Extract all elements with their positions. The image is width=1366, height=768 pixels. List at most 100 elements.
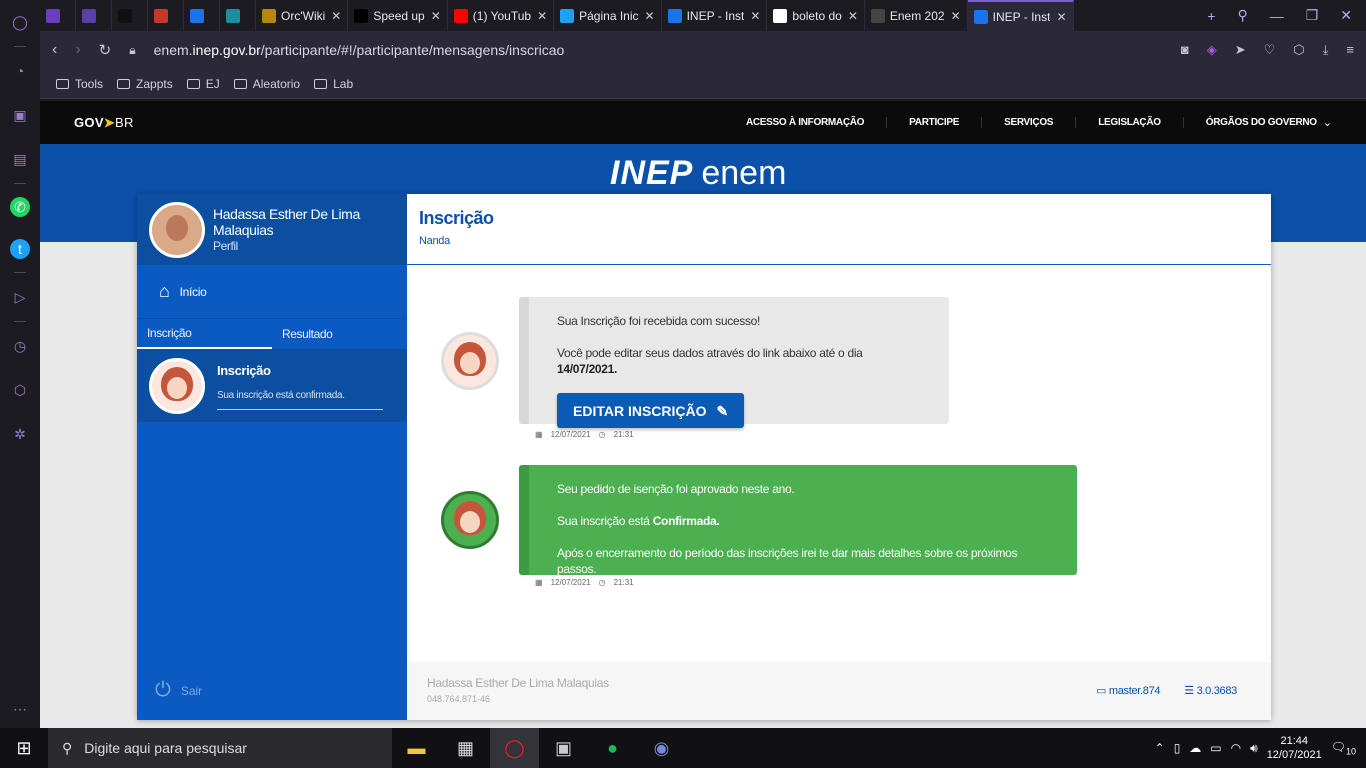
- cube-icon[interactable]: ⬡: [1293, 42, 1304, 58]
- browser-tab[interactable]: [40, 0, 76, 31]
- restore-icon[interactable]: ❐: [1306, 7, 1319, 24]
- edit-registration-button[interactable]: EDITAR INSCRIÇÃO ✎: [557, 393, 745, 428]
- search-icon[interactable]: ⚲: [1237, 7, 1247, 24]
- bookmark-folder[interactable]: Tools: [56, 77, 103, 91]
- back-icon[interactable]: ‹: [52, 41, 57, 59]
- cloud-icon[interactable]: ☁: [1189, 741, 1201, 755]
- browser-tab[interactable]: boleto do ✕: [767, 0, 865, 31]
- tab-label: boleto do: [792, 8, 842, 23]
- battery-icon[interactable]: ▭: [1210, 741, 1221, 755]
- browser-tab[interactable]: INEP - Inst ✕: [662, 0, 768, 31]
- sidebar-divider: [14, 183, 26, 184]
- tab-label: Enem 202: [889, 8, 945, 23]
- close-icon[interactable]: ✕: [1340, 7, 1352, 24]
- opera-sidebar: ◯ ◔ ▣ ▤ ✆ t ▷ ◷ ⬡ ✲ ⋯: [0, 0, 40, 728]
- discord-icon[interactable]: ◉: [637, 728, 686, 768]
- whatsapp-icon[interactable]: ✆: [10, 197, 30, 217]
- opera-icon[interactable]: ◯: [490, 728, 539, 768]
- tab-inscricao[interactable]: Inscrição: [137, 319, 272, 349]
- browser-tab[interactable]: Orc'Wiki ✕: [256, 0, 349, 31]
- chevron-down-icon[interactable]: ⌄: [1323, 116, 1332, 129]
- browser-tab[interactable]: (1) YouTub ✕: [448, 0, 555, 31]
- browser-tab[interactable]: Página Inic ✕: [554, 0, 662, 31]
- taskbar-search[interactable]: ⚲ Digite aqui para pesquisar: [48, 728, 392, 768]
- close-icon[interactable]: ✕: [645, 9, 655, 23]
- close-icon[interactable]: ✕: [1056, 10, 1066, 24]
- controller-icon: [46, 8, 60, 23]
- shopping-bag-icon[interactable]: ▣: [9, 104, 31, 126]
- profile-link[interactable]: Perfil: [213, 238, 373, 254]
- opera-logo-icon[interactable]: ◯: [9, 11, 31, 33]
- gov-nav-item[interactable]: SERVIÇOS: [981, 117, 1075, 128]
- history-icon[interactable]: ◷: [9, 335, 31, 357]
- bookmark-folder[interactable]: Aleatorio: [233, 77, 300, 91]
- gov-nav-item[interactable]: ÓRGÃOS DO GOVERNO: [1182, 117, 1339, 128]
- device-icon[interactable]: ▯: [1174, 741, 1181, 755]
- gov-nav-item[interactable]: ACESSO À INFORMAÇÃO: [724, 117, 886, 128]
- file-explorer-icon[interactable]: ▬: [392, 728, 441, 768]
- bookmark-folder[interactable]: EJ: [186, 77, 220, 91]
- close-icon[interactable]: ✕: [848, 9, 858, 23]
- volume-icon[interactable]: 🔊︎: [1250, 741, 1258, 756]
- windows-start-icon[interactable]: ⊞: [0, 738, 48, 759]
- camera-icon[interactable]: ◙: [1181, 42, 1189, 58]
- browser-tab[interactable]: Speed up ✕: [348, 0, 448, 31]
- gov-nav-item[interactable]: PARTICIPE: [886, 117, 981, 128]
- home-label: Início: [179, 284, 207, 299]
- tab-resultado[interactable]: Resultado: [272, 319, 407, 349]
- menu-icon[interactable]: ≡: [1346, 42, 1354, 58]
- tab-label: Página Inic: [579, 8, 639, 23]
- message-text: Após o encerramento do período das inscr…: [557, 546, 1018, 576]
- browser-tab[interactable]: INEP - Inst ✕: [967, 0, 1074, 31]
- chevron-up-icon[interactable]: ⌃: [1155, 741, 1165, 755]
- terminal-icon[interactable]: ▣: [539, 728, 588, 768]
- profile-header[interactable]: Hadassa Esther De Lima Malaquias Perfil: [137, 194, 407, 265]
- close-icon[interactable]: ✕: [951, 9, 961, 23]
- browser-tab[interactable]: Enem 202 ✕: [865, 0, 968, 31]
- wifi-icon[interactable]: ◠: [1231, 741, 1241, 755]
- power-icon: ⏻: [155, 679, 171, 701]
- bookmark-folder[interactable]: Zappts: [117, 77, 173, 91]
- message-time: 21:31: [613, 430, 634, 439]
- browser-tab[interactable]: [112, 0, 148, 31]
- google-icon: [773, 8, 788, 23]
- gov-br-logo[interactable]: GOV➤BR: [74, 115, 134, 131]
- taskbar-clock[interactable]: 21:44 12/07/2021: [1267, 734, 1322, 762]
- gov-header: GOV➤BR ACESSO À INFORMAÇÃO PARTICIPE SERVI…: [40, 101, 1366, 144]
- vpn-icon[interactable]: ◈: [1207, 42, 1217, 58]
- spotify-icon[interactable]: ●: [588, 728, 637, 768]
- browser-tab[interactable]: [184, 0, 220, 31]
- settings-icon[interactable]: ✲: [9, 423, 31, 445]
- twitch-icon[interactable]: ▤: [9, 148, 31, 170]
- browser-tab[interactable]: [220, 0, 256, 31]
- store-icon[interactable]: ▦: [441, 728, 490, 768]
- twitter-icon[interactable]: t: [10, 239, 30, 259]
- url-field[interactable]: enem.inep.gov.br/participante/#!/partici…: [154, 42, 565, 58]
- heart-icon[interactable]: ♡: [1264, 42, 1276, 58]
- nav-home[interactable]: ⌂ Início: [137, 265, 407, 319]
- gov-nav-item[interactable]: LEGISLAÇÃO: [1075, 117, 1183, 128]
- new-tab-icon[interactable]: +: [1207, 8, 1215, 24]
- reload-icon[interactable]: ↻: [99, 41, 112, 59]
- forward-icon[interactable]: ›: [75, 41, 80, 59]
- tab-label: Orc'Wiki: [281, 8, 326, 23]
- notifications-icon[interactable]: 🗨︎10: [1331, 740, 1356, 756]
- bookmark-folder[interactable]: Lab: [314, 77, 353, 91]
- browser-tab[interactable]: [148, 0, 184, 31]
- speed-dial-icon[interactable]: ◔: [9, 60, 31, 82]
- download-icon[interactable]: ⤓: [1323, 42, 1329, 58]
- more-icon[interactable]: ⋯: [9, 698, 31, 720]
- page-subtitle: Nanda: [419, 235, 450, 247]
- close-icon[interactable]: ✕: [331, 9, 341, 23]
- close-icon[interactable]: ✕: [750, 9, 760, 23]
- minimize-icon[interactable]: —: [1270, 8, 1284, 24]
- close-icon[interactable]: ✕: [431, 9, 441, 23]
- search-placeholder: Digite aqui para pesquisar: [84, 740, 247, 756]
- player-icon[interactable]: ▷: [9, 286, 31, 308]
- logout-button[interactable]: ⏻ Sair: [155, 679, 202, 702]
- send-icon[interactable]: ➤: [1235, 42, 1246, 58]
- message-list-item[interactable]: Inscrição Sua inscrição está confirmada.: [137, 350, 407, 422]
- cube-icon[interactable]: ⬡: [9, 379, 31, 401]
- close-icon[interactable]: ✕: [537, 9, 547, 23]
- browser-tab[interactable]: [76, 0, 112, 31]
